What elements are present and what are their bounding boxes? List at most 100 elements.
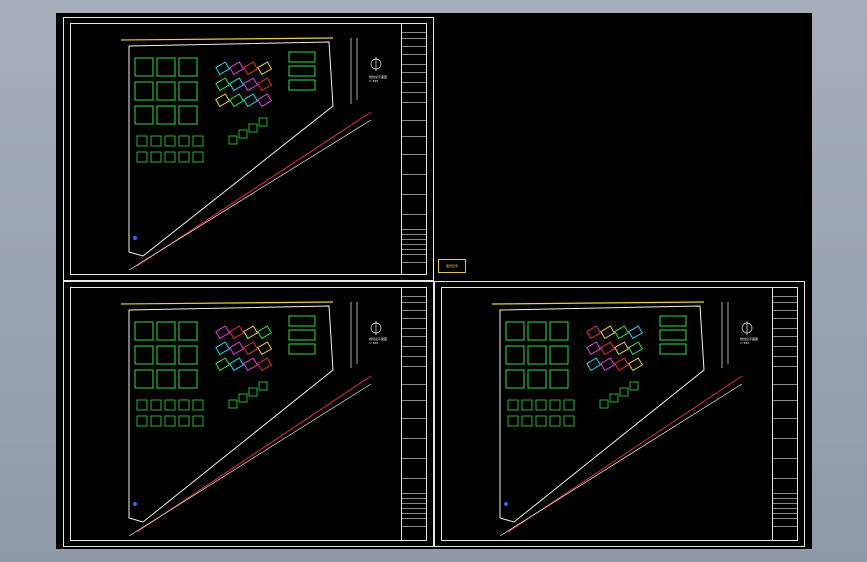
building-block: [258, 117, 268, 127]
building-block: [659, 343, 687, 355]
building-block: [164, 151, 176, 163]
building-block: [192, 415, 204, 427]
building-block: [150, 399, 162, 411]
building-block: [258, 381, 268, 391]
building-block: [257, 341, 273, 356]
building-block: [257, 325, 273, 340]
title-block-row: [773, 526, 797, 527]
building-block: [228, 135, 238, 145]
building-block: [228, 399, 238, 409]
building-block: [527, 369, 547, 389]
building-block: [150, 151, 162, 163]
title-block-row: [402, 302, 426, 303]
title-block-row: [402, 249, 426, 250]
road-line: [120, 301, 334, 305]
building-block: [229, 93, 245, 108]
title-block-row: [773, 418, 797, 419]
building-block: [178, 81, 198, 101]
title-block-row: [402, 46, 426, 47]
title-block-row: [402, 239, 426, 240]
building-block: [629, 381, 639, 391]
title-block-row: [773, 356, 797, 357]
building-block: [178, 415, 190, 427]
scale-label: 1:500: [369, 79, 379, 83]
title-block-row: [773, 493, 797, 494]
building-block: [243, 61, 259, 76]
building-block: [164, 399, 176, 411]
building-block: [192, 151, 204, 163]
building-block: [150, 415, 162, 427]
building-block: [507, 415, 519, 427]
building-block: [136, 151, 148, 163]
building-block: [178, 57, 198, 77]
drawing-sheet-1[interactable]: 规划总平面图 1:500: [63, 17, 434, 281]
title-block-row: [402, 418, 426, 419]
title-block: [772, 288, 797, 540]
building-block: [563, 415, 575, 427]
building-block: [136, 415, 148, 427]
building-block: [215, 341, 231, 356]
title-block-row: [402, 120, 426, 121]
building-block: [178, 135, 190, 147]
title-block-row: [402, 154, 426, 155]
building-block: [215, 93, 231, 108]
title-block-row: [773, 503, 797, 504]
building-block: [257, 77, 273, 92]
title-block-row: [402, 318, 426, 319]
building-block: [178, 105, 198, 125]
building-block: [248, 123, 258, 133]
building-block: [136, 135, 148, 147]
title-block-row: [402, 328, 426, 329]
building-block: [229, 77, 245, 92]
title-block-row: [773, 302, 797, 303]
building-block: [614, 341, 630, 356]
building-block: [505, 321, 525, 341]
building-block: [563, 399, 575, 411]
building-block: [192, 135, 204, 147]
drawing-sheet-2[interactable]: 规划总平面图 1:500: [63, 281, 434, 547]
building-block: [229, 341, 245, 356]
building-block: [156, 57, 176, 77]
building-block: [164, 135, 176, 147]
building-block: [628, 341, 644, 356]
title-block-row: [402, 518, 426, 519]
title-block-row: [773, 336, 797, 337]
title-block-row: [402, 194, 426, 195]
building-block: [150, 135, 162, 147]
building-block: [288, 51, 316, 63]
title-block-row: [402, 400, 426, 401]
title-block-row: [402, 234, 426, 235]
building-block: [164, 415, 176, 427]
drawing-canvas[interactable]: 规划总平面图 1:500 图纸目录 规划总平面图 1:500 规划总平面图 1:…: [56, 13, 812, 549]
drawing-sheet-3[interactable]: 规划总平面图 1:500: [434, 281, 805, 547]
building-block: [229, 357, 245, 372]
drawing-index-label[interactable]: 图纸目录: [438, 259, 466, 273]
title-block-row: [402, 102, 426, 103]
title-block-row: [773, 400, 797, 401]
building-block: [659, 329, 687, 341]
building-block: [229, 325, 245, 340]
marker-dot: [133, 236, 137, 240]
building-block: [288, 329, 316, 341]
building-block: [659, 315, 687, 327]
title-block-row: [773, 498, 797, 499]
building-block: [243, 77, 259, 92]
building-block: [229, 61, 245, 76]
building-block: [614, 325, 630, 340]
title-block-row: [773, 384, 797, 385]
title-block-row: [773, 328, 797, 329]
building-block: [215, 325, 231, 340]
building-block: [178, 321, 198, 341]
building-block: [257, 93, 273, 108]
scale-label: 1:500: [740, 341, 750, 345]
building-block: [215, 61, 231, 76]
building-block: [178, 345, 198, 365]
title-block-row: [402, 508, 426, 509]
title-block-row: [773, 508, 797, 509]
building-block: [215, 357, 231, 372]
title-block-row: [402, 503, 426, 504]
building-block: [599, 399, 609, 409]
building-block: [600, 341, 616, 356]
title-block-row: [402, 32, 426, 33]
building-block: [609, 393, 619, 403]
